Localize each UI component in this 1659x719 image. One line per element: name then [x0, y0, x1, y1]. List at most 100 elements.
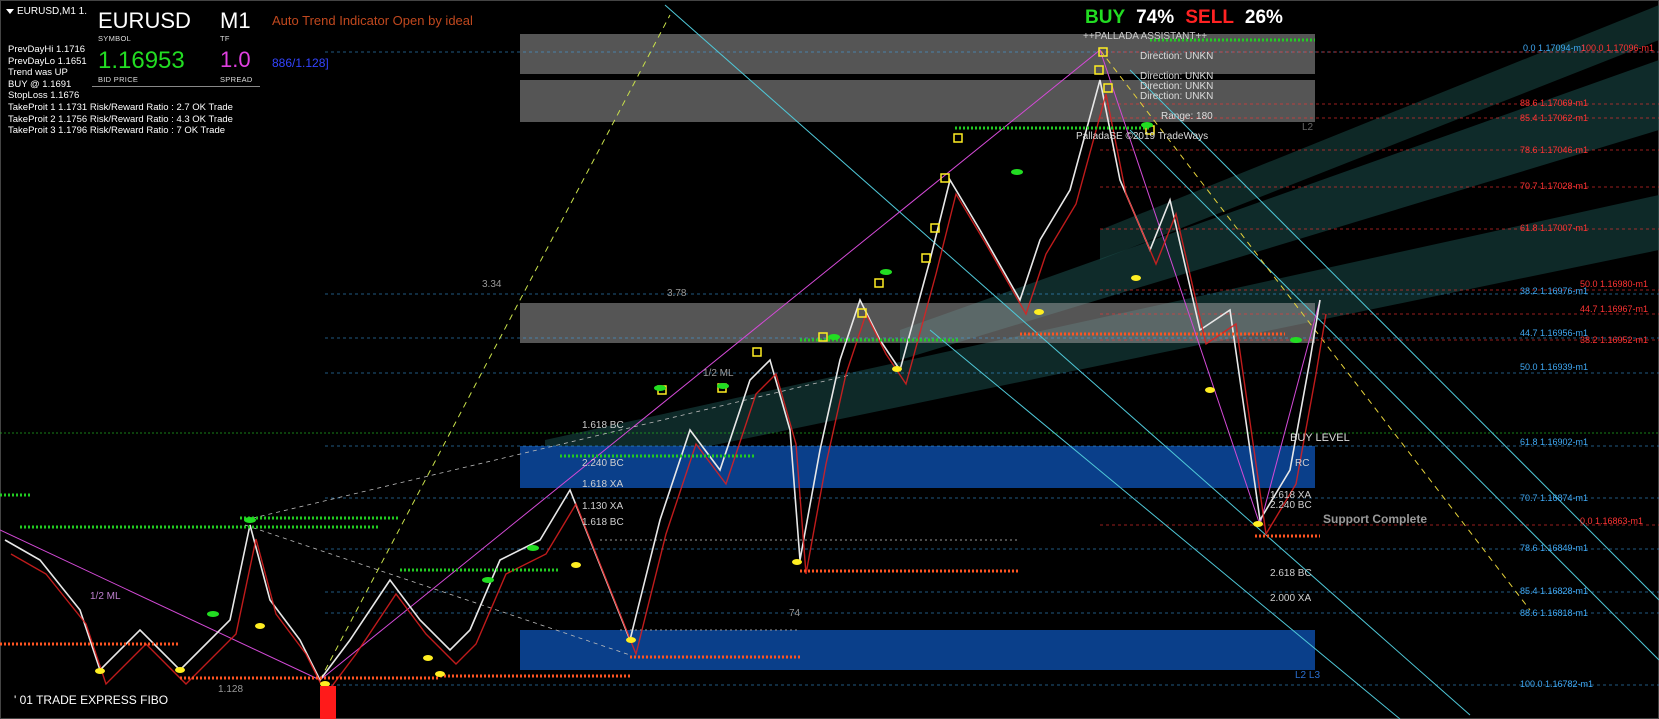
trend-line [319, 14, 671, 681]
fib-label: 100.0 1.16782-m1 [1520, 679, 1594, 689]
signal-marker [1290, 337, 1302, 343]
pattern-label: 1.618 BC [582, 517, 624, 528]
buy-label: BUY [1085, 7, 1125, 28]
trend-line [244, 524, 631, 656]
info-line: TakeProit 1 1.1731 Risk/Reward Ratio : 2… [8, 101, 233, 113]
fib-label: 85.4 1.17062-m1 [1520, 113, 1589, 123]
fib-label: 50.0 1.16939-m1 [1520, 362, 1589, 372]
pattern-label: RC [1295, 458, 1310, 469]
low-marker [423, 655, 433, 661]
low-marker [571, 562, 581, 568]
signal-marker [1141, 122, 1153, 128]
low-marker [1131, 275, 1141, 281]
zone-label: L2 L3 [1295, 670, 1321, 681]
pattern-label: 1.618 XA [582, 479, 624, 490]
demand-zone [520, 630, 1315, 670]
low-marker [1034, 309, 1044, 315]
pattern-label: 2.240 BC [1270, 500, 1312, 511]
symbol-name: EURUSD [98, 8, 191, 33]
symbol-box: EURUSD SYMBOL M1 TF 1.16953 BID PRICE 1.… [92, 6, 260, 88]
pattern-label: 2.000 XA [1270, 593, 1312, 604]
pallada-direction: Direction: UNKN [1140, 51, 1214, 62]
fib-label: 44.7 1.16956-m1 [1520, 328, 1589, 338]
annotation-value: 74 [789, 608, 801, 619]
fib-label: 0.0 1.16863-m1 [1580, 516, 1644, 526]
ratio-text: 886/1.128] [272, 56, 329, 70]
bid-price: 1.16953 [98, 47, 185, 74]
chart-window-title[interactable]: EURUSD,M1 1. [6, 6, 87, 17]
stop-marker [320, 686, 336, 719]
low-marker [95, 668, 105, 674]
low-marker [626, 637, 636, 643]
high-marker [921, 253, 931, 263]
buy-level-label: BUY LEVEL [1290, 432, 1350, 444]
sell-label: SELL [1185, 7, 1234, 28]
pattern-label: 2.618 BC [1270, 568, 1312, 579]
info-line: StopLoss 1.1676 [8, 90, 80, 102]
timeframe-caption: TF [220, 34, 230, 43]
signal-marker [244, 517, 256, 523]
signal-marker [527, 545, 539, 551]
price-chart[interactable] [0, 0, 1659, 719]
low-marker [792, 559, 802, 565]
pattern-label: 1.130 XA [582, 501, 624, 512]
ml-label: 1/2 ML [703, 368, 734, 379]
info-line: TakeProit 2 1.1756 Risk/Reward Ratio : 4… [8, 113, 233, 125]
high-marker [953, 133, 963, 143]
signal-marker [880, 269, 892, 275]
fib-label: 38.2 1.16952-m1 [1580, 335, 1649, 345]
pattern-label: 1.618 BC [582, 420, 624, 431]
fib-label: 61.8 1.17007-m1 [1520, 223, 1589, 233]
pallada-copyright: PalladaSE ©2019 TradeWays [1076, 131, 1209, 142]
fib-label: 85.4 1.16828-m1 [1520, 586, 1589, 596]
timeframe: M1 [220, 8, 251, 33]
indicator-title: Auto Trend Indicator Open by ideal [272, 13, 473, 28]
buy-sell-signal: BUY 74% SELL 26% [1085, 7, 1283, 29]
symbol-box-divider [92, 86, 260, 87]
pallada-header: ++PALLADA ASSISTANT++ [1083, 31, 1208, 42]
symbol-caption: SYMBOL [98, 34, 132, 43]
low-marker [1253, 521, 1263, 527]
fib-label: 88.6 1.17069-m1 [1520, 98, 1589, 108]
signal-marker [717, 383, 729, 389]
high-marker [752, 347, 762, 357]
low-marker [255, 623, 265, 629]
pattern-line [0, 49, 1321, 681]
fib-label: 50.0 1.16980-m1 [1580, 279, 1649, 289]
indicator-footer-note: ' 01 TRADE EXPRESS FIBO [14, 693, 169, 707]
signal-marker [207, 611, 219, 617]
fib-label: 88.6 1.16818-m1 [1520, 608, 1589, 618]
low-marker [175, 667, 185, 673]
high-marker [874, 278, 884, 288]
ml-label: 1/2 ML [90, 591, 121, 602]
annotation-value: 1.128 [218, 684, 244, 695]
pallada-range: Range: 180 [1161, 111, 1213, 122]
fib-label: 44.7 1.16967-m1 [1580, 304, 1649, 314]
annotation-value: 3.78 [667, 288, 687, 299]
fib-label: 70.7 1.16874-m1 [1520, 493, 1589, 503]
fib-label: 0.0 1.17094-m1 [1523, 43, 1587, 53]
signal-marker [654, 385, 666, 391]
signal-marker [482, 577, 494, 583]
fib-label: 61.8 1.16902-m1 [1520, 437, 1589, 447]
fib-label: 100.0 1.17096-m1 [1581, 43, 1655, 53]
fib-label: 38.2 1.16976-m1 [1520, 286, 1589, 296]
info-line: TakeProit 3 1.1796 Risk/Reward Ratio : 7… [8, 125, 226, 137]
low-marker [435, 671, 445, 677]
sell-percent: 26% [1244, 7, 1283, 28]
pallada-direction: Direction: UNKN [1140, 91, 1214, 102]
fib-label: 70.7 1.17028-m1 [1520, 181, 1589, 191]
price-line [4, 79, 1321, 682]
signal-marker [1011, 169, 1023, 175]
chevron-down-icon[interactable] [6, 8, 14, 14]
pattern-label: 2.240 BC [582, 458, 624, 469]
spread-caption: SPREAD [220, 75, 253, 84]
support-complete-label: Support Complete [1323, 512, 1427, 526]
low-marker [1205, 387, 1215, 393]
low-marker [892, 366, 902, 372]
zone-label: L2 [1302, 122, 1314, 133]
buy-percent: 74% [1136, 7, 1175, 28]
chart-title-text: EURUSD,M1 1. [17, 6, 88, 17]
bid-caption: BID PRICE [98, 75, 139, 84]
fib-label: 78.6 1.16849-m1 [1520, 543, 1589, 553]
